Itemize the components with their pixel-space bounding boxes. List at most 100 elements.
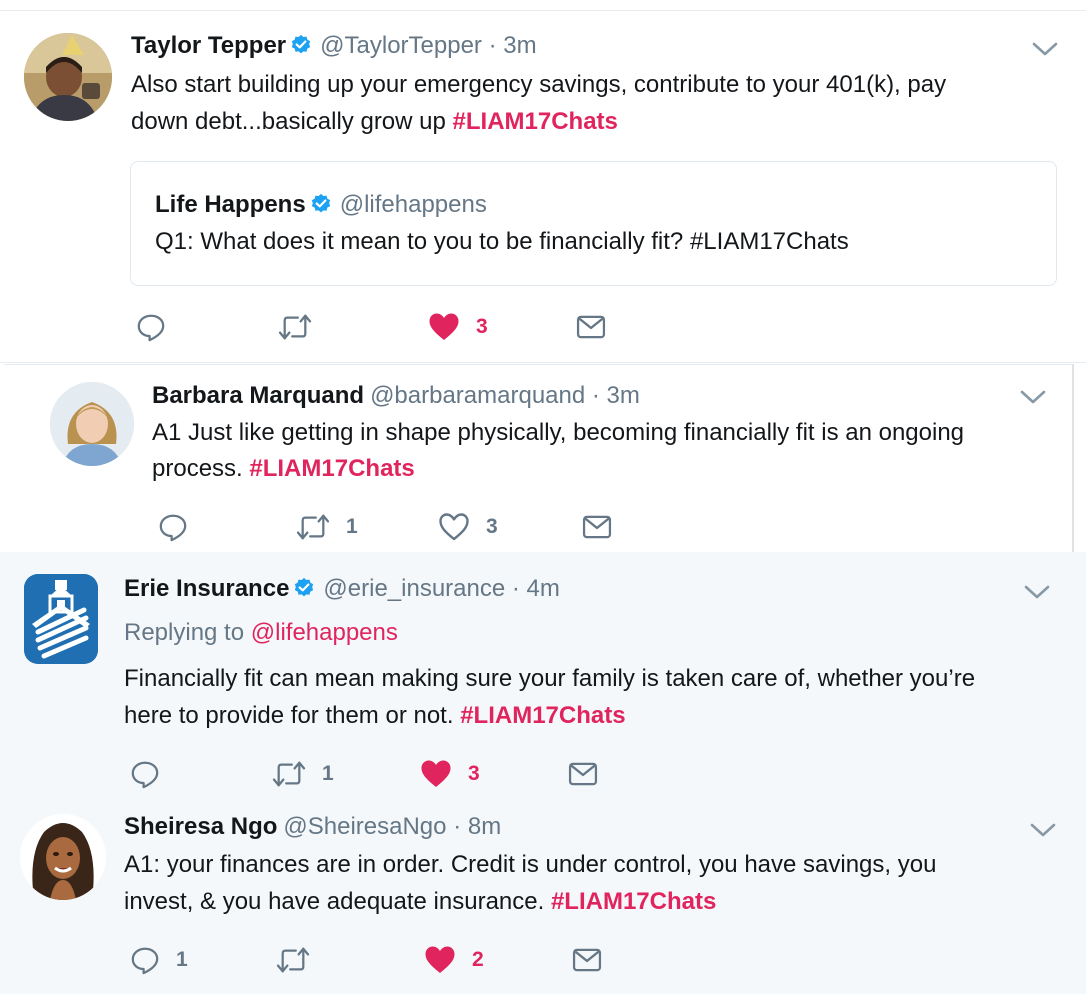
retweet-count: 1 (322, 762, 334, 785)
tweet[interactable]: Taylor Tepper @TaylorTepper · 3m Also sta… (0, 10, 1086, 362)
envelope-icon (582, 513, 612, 541)
retweet-button[interactable]: 1 (296, 507, 358, 547)
tweet-text-line: A1 Just like getting in shape physically… (152, 419, 965, 446)
direct-message-button[interactable] (568, 754, 598, 794)
tweet-text: Also start building up your emergency sa… (131, 66, 1051, 140)
heart-icon (424, 945, 456, 975)
username[interactable]: @TaylorTepper (320, 32, 482, 59)
like-count: 3 (468, 762, 480, 785)
direct-message-button[interactable] (572, 940, 602, 980)
avatar-image (50, 382, 134, 466)
timestamp[interactable]: · 3m (592, 382, 640, 409)
divider (0, 362, 1086, 363)
timestamp[interactable]: · 4m (512, 575, 560, 602)
like-count: 3 (476, 315, 488, 338)
tweet-text-line: Also start building up your emergency sa… (131, 71, 947, 98)
chevron-down-icon[interactable] (1024, 584, 1050, 600)
envelope-icon (572, 946, 602, 974)
reply-icon (130, 759, 160, 789)
avatar[interactable] (20, 814, 106, 900)
retweet-count: 1 (346, 515, 358, 538)
like-count: 2 (472, 948, 484, 971)
username[interactable]: @SheiresaNgo (283, 813, 446, 840)
tweet-text-line: process. #LIAM17Chats (152, 451, 1052, 487)
tweet-actions: 1 2 (0, 940, 1086, 980)
reply-button[interactable]: 1 (130, 940, 188, 980)
like-button[interactable]: 3 (428, 307, 488, 347)
like-button[interactable]: 3 (420, 754, 480, 794)
tweet-text-line: A1: your finances are in order. Credit i… (124, 851, 937, 878)
retweet-icon (296, 512, 330, 542)
like-button[interactable]: 3 (438, 507, 498, 547)
hashtag-link[interactable]: #LIAM17Chats (453, 108, 618, 135)
tweet[interactable]: Erie Insurance @erie_insurance · 4m Reply… (0, 552, 1086, 798)
avatar[interactable] (24, 33, 112, 121)
envelope-icon (568, 760, 598, 788)
avatar[interactable] (24, 574, 98, 664)
heart-icon (428, 312, 460, 342)
verified-badge-icon (290, 34, 312, 56)
tweet-actions: 1 3 (0, 754, 1086, 794)
tweet-text: A1: your finances are in order. Credit i… (124, 846, 1064, 920)
reply-button[interactable] (130, 754, 176, 794)
retweet-button[interactable]: 1 (272, 754, 334, 794)
quoted-tweet[interactable]: Life Happens @lifehappens Q1: What does i… (130, 161, 1057, 286)
tweet[interactable]: Sheiresa Ngo @SheiresaNgo · 8m A1: your f… (0, 798, 1086, 994)
hashtag-link[interactable]: #LIAM17Chats (551, 888, 716, 915)
retweet-icon (272, 759, 306, 789)
timestamp[interactable]: · 8m (453, 813, 501, 840)
retweet-icon (278, 312, 312, 342)
heart-icon (420, 759, 452, 789)
display-name[interactable]: Erie Insurance (124, 575, 289, 602)
verified-badge-icon (293, 577, 315, 599)
retweet-button[interactable] (276, 940, 326, 980)
display-name[interactable]: Barbara Marquand (152, 382, 364, 409)
direct-message-button[interactable] (576, 307, 606, 347)
reply-button[interactable] (136, 307, 182, 347)
tweet-text-line: invest, & you have adequate insurance. #… (124, 883, 1064, 920)
tweet-text: Financially fit can mean making sure you… (124, 660, 1064, 734)
tweet-text-line: Financially fit can mean making sure you… (124, 665, 976, 692)
like-count: 3 (486, 515, 498, 538)
heart-icon (438, 512, 470, 542)
tweet-text-line: here to provide for them or not. #LIAM17… (124, 697, 1064, 734)
chevron-down-icon[interactable] (1032, 41, 1058, 57)
avatar-image (24, 33, 112, 121)
verified-badge-icon (310, 193, 332, 215)
reply-icon (158, 512, 188, 542)
chevron-down-icon[interactable] (1020, 389, 1046, 405)
tweet-text-segment: process. (152, 455, 250, 482)
retweet-icon (276, 945, 310, 975)
quoted-username: @lifehappens (339, 191, 487, 218)
quoted-tweet-text: Q1: What does it mean to you to be finan… (155, 228, 849, 255)
username[interactable]: @barbaramarquand (370, 382, 585, 409)
chevron-down-icon[interactable] (1030, 822, 1056, 838)
tweet-text-line: down debt...basically grow up #LIAM17Cha… (131, 103, 1051, 140)
reply-count: 1 (176, 948, 188, 971)
tweet-actions: 3 (0, 307, 1086, 347)
retweet-button[interactable] (278, 307, 328, 347)
direct-message-button[interactable] (582, 507, 612, 547)
username[interactable]: @erie_insurance (323, 575, 505, 602)
avatar-image (20, 814, 106, 900)
display-name[interactable]: Taylor Tepper (131, 32, 286, 59)
tweet-actions: 1 3 (4, 507, 1072, 547)
hashtag-link[interactable]: #LIAM17Chats (460, 702, 625, 729)
hashtag-link[interactable]: #LIAM17Chats (249, 455, 414, 482)
timestamp[interactable]: · 3m (489, 32, 537, 59)
reply-icon (130, 945, 160, 975)
envelope-icon (576, 313, 606, 341)
tweet-text-segment: down debt...basically grow up (131, 108, 453, 135)
avatar[interactable] (50, 382, 134, 466)
mention-link[interactable]: @lifehappens (251, 619, 398, 646)
tweet-text-segment: here to provide for them or not. (124, 702, 461, 729)
display-name[interactable]: Sheiresa Ngo (124, 813, 277, 840)
reply-button[interactable] (158, 507, 204, 547)
replying-to-label: Replying to (124, 619, 251, 646)
tweet-text: A1 Just like getting in shape physically… (152, 415, 1052, 487)
tweet[interactable]: Barbara Marquand @barbaramarquand · 3m A1… (4, 364, 1072, 552)
tweet-text-segment: invest, & you have adequate insurance. (124, 888, 551, 915)
like-button[interactable]: 2 (424, 940, 484, 980)
reply-icon (136, 312, 166, 342)
erie-insurance-logo (24, 574, 98, 664)
